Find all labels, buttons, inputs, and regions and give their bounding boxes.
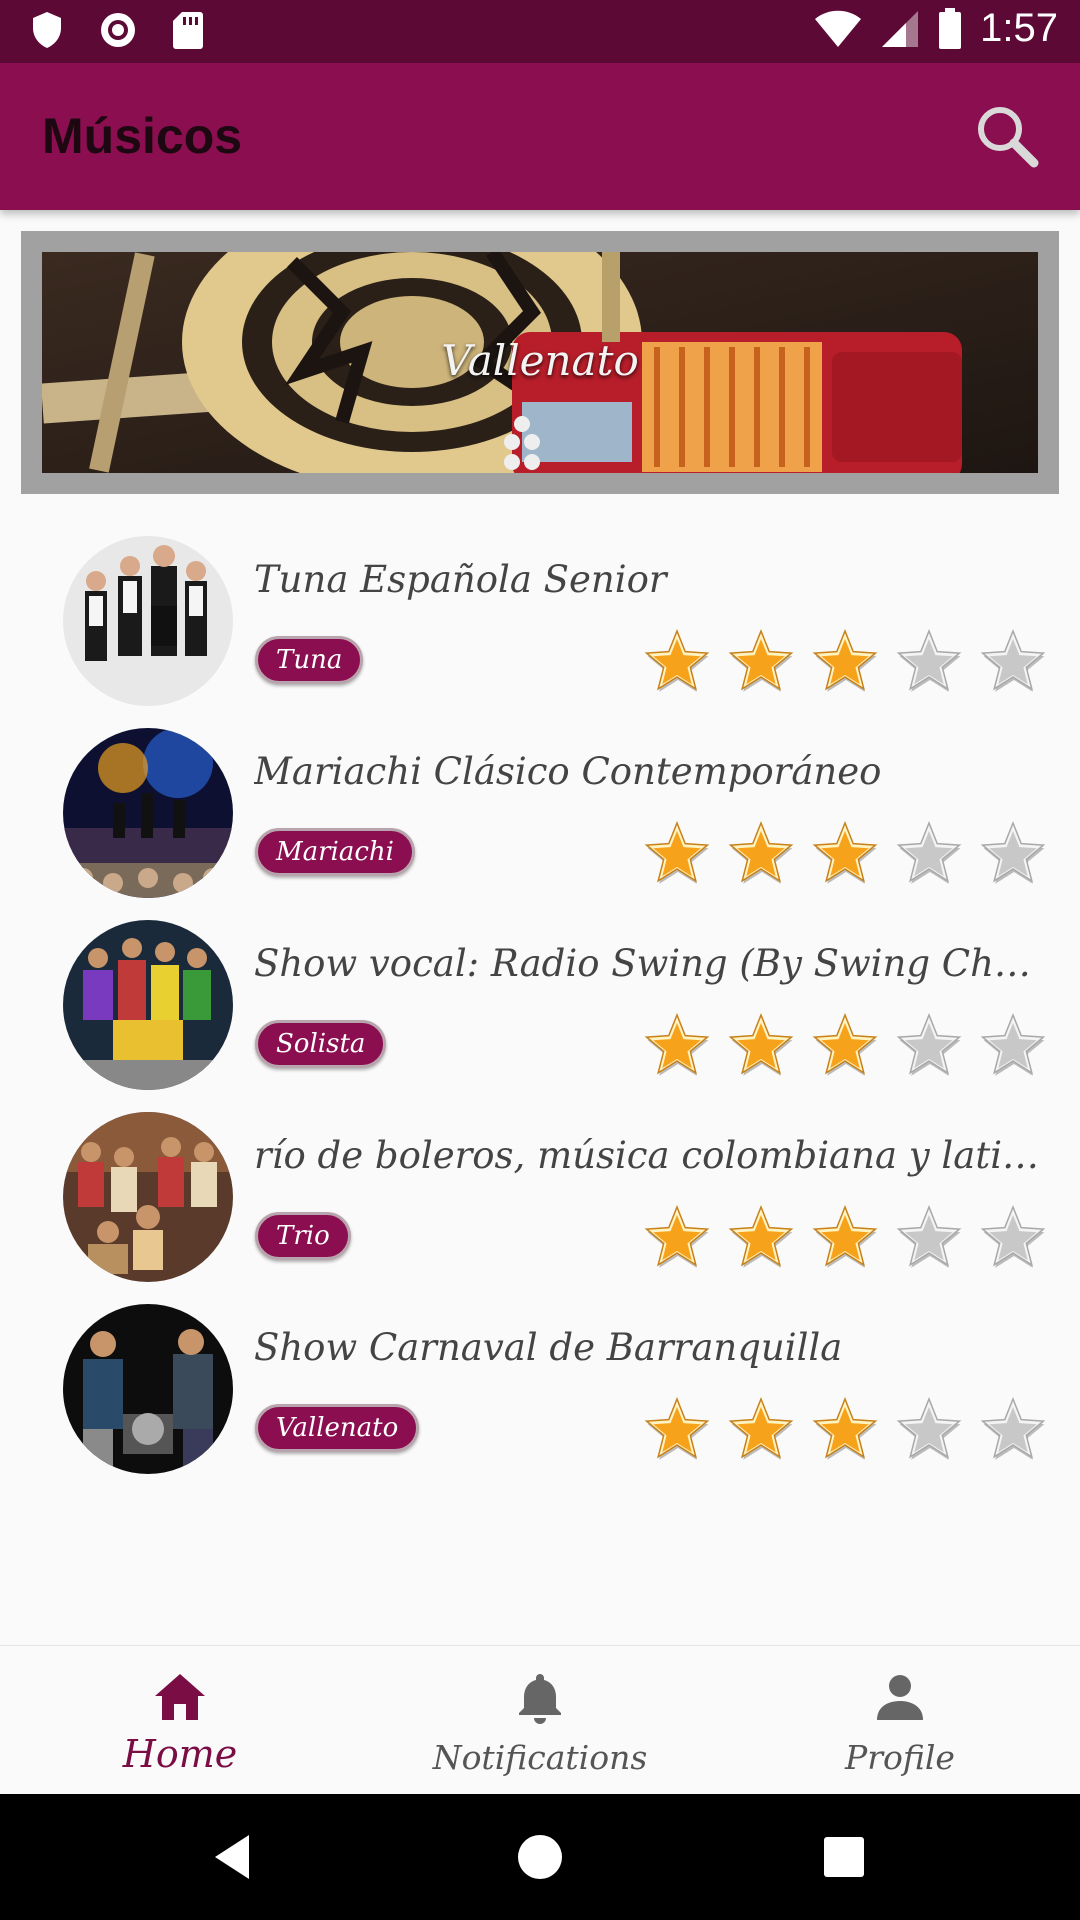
nav-item-home[interactable]: Home	[0, 1646, 360, 1795]
genre-chip[interactable]: Solista	[255, 1020, 387, 1068]
nav-item-notifications[interactable]: Notifications	[360, 1646, 720, 1795]
star-filled-icon[interactable]	[810, 1204, 880, 1274]
app-screen: 1:57 Músicos Vallenato Tuna Española Sen…	[0, 0, 1080, 1920]
rating-stars[interactable]	[642, 628, 1048, 698]
star-filled-icon[interactable]	[810, 820, 880, 890]
rating-stars[interactable]	[642, 1012, 1048, 1082]
bottom-navigation: Home Notifications Profile	[0, 1645, 1080, 1794]
search-icon	[978, 107, 1039, 168]
page-title: Músicos	[42, 108, 243, 164]
nav-label-notifications: Notifications	[432, 1738, 648, 1777]
sd-card-icon	[173, 12, 203, 49]
avatar	[63, 1304, 233, 1474]
star-empty-icon[interactable]	[894, 1012, 964, 1082]
star-filled-icon[interactable]	[642, 1396, 712, 1466]
musician-name: río de boleros, música colombiana y lati…	[254, 1134, 1044, 1177]
nav-item-profile[interactable]: Profile	[720, 1646, 1080, 1795]
genre-chip[interactable]: Trio	[255, 1212, 351, 1260]
star-filled-icon[interactable]	[726, 1396, 796, 1466]
star-empty-icon[interactable]	[978, 628, 1048, 698]
battery-icon	[939, 7, 962, 49]
banner-label: Vallenato	[441, 336, 639, 385]
avatar	[63, 536, 233, 706]
status-time: 1:57	[980, 6, 1058, 50]
wifi-icon	[815, 10, 862, 47]
list-item[interactable]: río de boleros, música colombiana y lati…	[0, 1106, 1080, 1298]
record-icon	[101, 13, 135, 47]
star-filled-icon[interactable]	[726, 820, 796, 890]
genre-chip[interactable]: Vallenato	[255, 1404, 420, 1452]
musician-name: Show vocal: Radio Swing (By Swing Choir)	[254, 942, 1044, 985]
star-filled-icon[interactable]	[726, 628, 796, 698]
bell-icon	[519, 1674, 561, 1724]
circle-home-icon	[518, 1835, 562, 1879]
shield-icon	[33, 12, 61, 48]
star-filled-icon[interactable]	[726, 1204, 796, 1274]
genre-chip[interactable]: Mariachi	[255, 828, 415, 876]
rating-stars[interactable]	[642, 1204, 1048, 1274]
star-filled-icon[interactable]	[726, 1012, 796, 1082]
app-bar: Músicos	[0, 63, 1080, 210]
star-empty-icon[interactable]	[894, 1396, 964, 1466]
nav-label-home: Home	[122, 1732, 238, 1776]
rating-stars[interactable]	[642, 1396, 1048, 1466]
star-filled-icon[interactable]	[642, 628, 712, 698]
list-item[interactable]: Show vocal: Radio Swing (By Swing Choir)…	[0, 914, 1080, 1106]
home-system-button[interactable]	[510, 1827, 570, 1887]
avatar	[63, 920, 233, 1090]
star-filled-icon[interactable]	[642, 820, 712, 890]
recents-button[interactable]	[814, 1827, 874, 1887]
rating-stars[interactable]	[642, 820, 1048, 890]
category-banner[interactable]: Vallenato	[21, 231, 1059, 494]
list-item[interactable]: Tuna Española Senior Tuna	[0, 530, 1080, 722]
star-empty-icon[interactable]	[894, 628, 964, 698]
person-icon	[877, 1675, 923, 1720]
banner-image: Vallenato	[42, 252, 1038, 473]
star-filled-icon[interactable]	[810, 1396, 880, 1466]
star-filled-icon[interactable]	[810, 628, 880, 698]
star-empty-icon[interactable]	[978, 1012, 1048, 1082]
square-recents-icon	[824, 1837, 864, 1877]
star-empty-icon[interactable]	[894, 1204, 964, 1274]
genre-chip[interactable]: Tuna	[255, 636, 364, 684]
star-empty-icon[interactable]	[978, 1204, 1048, 1274]
back-button[interactable]	[205, 1827, 265, 1887]
nav-label-profile: Profile	[845, 1738, 955, 1777]
star-filled-icon[interactable]	[642, 1012, 712, 1082]
star-filled-icon[interactable]	[642, 1204, 712, 1274]
musician-name: Show Carnaval de Barranquilla	[254, 1326, 843, 1369]
musician-name: Tuna Española Senior	[254, 558, 667, 601]
cell-signal-icon	[882, 10, 919, 47]
back-icon	[215, 1835, 249, 1879]
list-item[interactable]: Mariachi Clásico Contemporáneo Mariachi	[0, 722, 1080, 914]
star-filled-icon[interactable]	[810, 1012, 880, 1082]
star-empty-icon[interactable]	[978, 1396, 1048, 1466]
musician-name: Mariachi Clásico Contemporáneo	[254, 750, 882, 793]
star-empty-icon[interactable]	[978, 820, 1048, 890]
list-item[interactable]: Show Carnaval de Barranquilla Vallenato	[0, 1298, 1080, 1490]
avatar	[63, 1112, 233, 1282]
star-empty-icon[interactable]	[894, 820, 964, 890]
status-bar: 1:57	[0, 0, 1080, 63]
home-icon	[155, 1674, 205, 1720]
avatar	[63, 728, 233, 898]
search-button[interactable]	[972, 101, 1042, 171]
system-navigation-bar	[0, 1794, 1080, 1920]
